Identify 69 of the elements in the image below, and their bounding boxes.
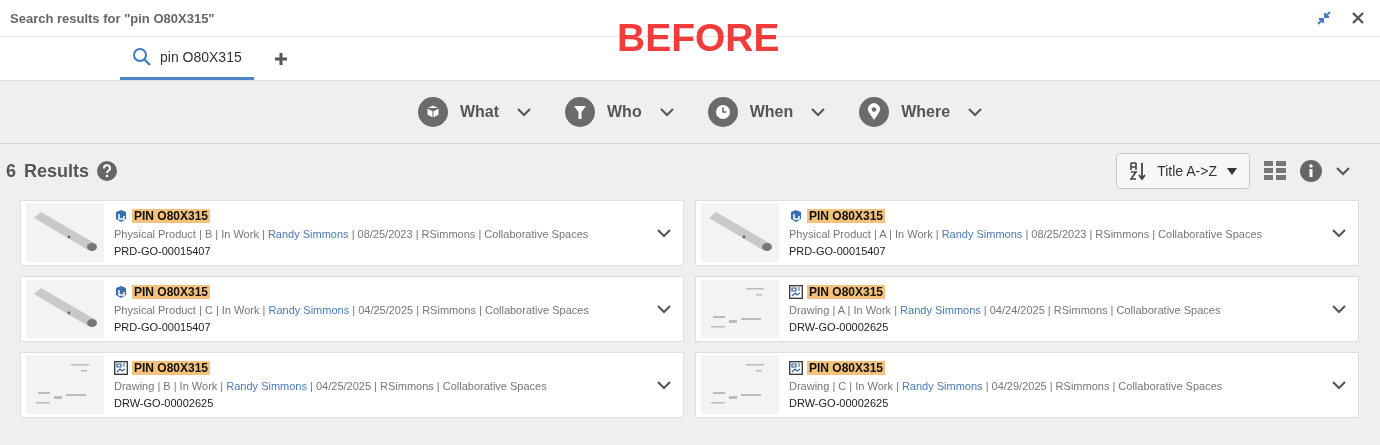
result-id: DRW-GO-00002625 [789,321,890,333]
help-icon[interactable] [97,161,118,181]
drawing-icon [789,285,803,299]
add-tab-icon[interactable] [273,51,288,66]
result-id: DRW-GO-00002625 [114,397,215,409]
chevron-down-icon[interactable] [1332,304,1346,314]
chevron-down-icon[interactable] [811,107,826,117]
annotation-text: BEFORE [617,16,780,60]
drawing-icon [789,361,803,375]
chevron-down-icon[interactable] [657,228,671,238]
window-title: Search results for "pin O80X315" [10,10,215,26]
result-card[interactable]: PIN O80X315 Drawing | C | In Work | Randy Simmons | 04/29/2025 | RSimmons | Collaborative Spaces DRW-GO-00002625 [695,352,1359,418]
result-details: Physical Product | A | In Work | Randy Simmons | 08/25/2023 | RSimmons | Collaborative Spaces [789,228,1264,240]
owner-link[interactable]: Randy Simmons [900,304,981,316]
result-card[interactable]: PIN O80X315 Drawing | B | In Work | Randy Simmons | 04/25/2025 | RSimmons | Collaborative Spaces DRW-GO-00002625 [20,352,684,418]
grid-view-icon[interactable] [1264,161,1286,181]
results-count: 6 [6,160,16,182]
sort-icon[interactable] [1129,161,1148,181]
chevron-down-icon[interactable] [1332,228,1346,238]
owner-link[interactable]: Randy Simmons [901,380,983,392]
info-icon[interactable] [1300,160,1322,182]
owner-link[interactable]: Randy Simmons [268,304,350,316]
result-title[interactable]: PIN O80X315 [132,285,211,299]
close-icon[interactable] [1350,10,1366,26]
result-title[interactable]: PIN O80X315 [807,285,886,299]
results-label: Results [24,160,90,182]
result-id: PRD-GO-00015407 [114,321,212,333]
result-details: Drawing | C | In Work | Randy Simmons | 04/29/2025 | RSimmons | Collaborative Spaces [789,380,1224,392]
result-details: Drawing | A | In Work | Randy Simmons | 04/24/2025 | RSimmons | Collaborative Spaces [789,304,1222,316]
sort-dropdown[interactable]: Title A->Z [1116,153,1250,189]
map-pin-icon[interactable] [859,97,890,127]
chevron-down-icon[interactable] [517,107,531,117]
product-icon [114,285,128,299]
filter-label[interactable]: When [749,103,794,121]
filter-label[interactable]: What [459,103,499,121]
collapse-icon[interactable] [1316,10,1332,26]
caret-icon[interactable] [1227,167,1237,175]
result-id: PRD-GO-00015407 [114,245,212,257]
funnel-icon[interactable] [565,97,595,127]
owner-link[interactable]: Randy Simmons [267,228,349,240]
product-icon [114,209,128,223]
chevron-down-icon[interactable] [1336,166,1350,176]
cube-icon[interactable] [417,97,448,127]
owner-link[interactable]: Randy Simmons [226,380,307,392]
result-title[interactable]: PIN O80X315 [807,361,886,375]
drawing-icon [114,361,128,375]
result-details: Physical Product | B | In Work | Randy Simmons | 08/25/2023 | RSimmons | Collaborative Spaces [114,228,590,240]
chevron-down-icon[interactable] [657,304,671,314]
result-title[interactable]: PIN O80X315 [132,209,211,223]
result-details: Drawing | B | In Work | Randy Simmons | 04/25/2025 | RSimmons | Collaborative Spaces [114,380,548,392]
result-details: Physical Product | C | In Work | Randy Simmons | 04/25/2025 | RSimmons | Collaborative Spaces [114,304,590,316]
chevron-down-icon[interactable] [659,107,674,117]
result-title[interactable]: PIN O80X315 [807,209,886,223]
chevron-down-icon[interactable] [1332,380,1346,390]
chevron-down-icon[interactable] [657,380,671,390]
product-icon [789,209,803,223]
search-icon[interactable] [132,47,152,67]
owner-link[interactable]: Randy Simmons [941,228,1023,240]
result-title[interactable]: PIN O80X315 [132,361,211,375]
result-card[interactable]: PIN O80X315 Drawing | A | In Work | Randy Simmons | 04/24/2025 | RSimmons | Collaborative Spaces DRW-GO-00002625 [695,276,1359,342]
filter-label[interactable]: Who [607,103,642,121]
result-card[interactable]: PIN O80X315 Physical Product | C | In Work | Randy Simmons | 04/25/2025 | RSimmons | Collaborative Spaces PRD-GO-00015407 [20,276,684,342]
result-id: PRD-GO-00015407 [789,245,887,257]
filter-label[interactable]: Where [901,103,951,121]
clock-icon[interactable] [707,97,738,127]
result-card[interactable]: PIN O80X315 Physical Product | A | In Work | Randy Simmons | 08/25/2023 | RSimmons | Collaborative Spaces PRD-GO-00015407 [695,200,1359,266]
result-card[interactable]: PIN O80X315 Physical Product | B | In Work | Randy Simmons | 08/25/2023 | RSimmons | Collaborative Spaces PRD-GO-00015407 [20,200,684,266]
result-id: DRW-GO-00002625 [789,397,890,409]
chevron-down-icon[interactable] [968,107,983,117]
